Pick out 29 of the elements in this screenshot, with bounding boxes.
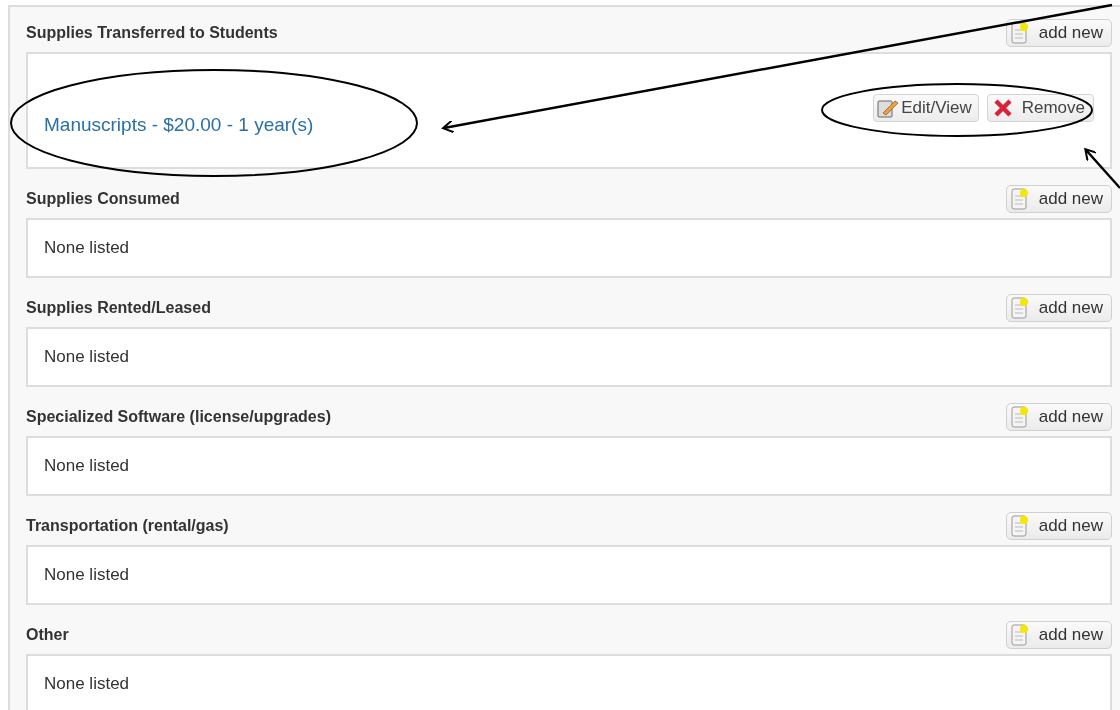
add-new-button[interactable]: add new [1005, 511, 1112, 540]
add-new-button[interactable]: add new [1005, 18, 1112, 47]
note-icon [1010, 187, 1029, 210]
empty-message: None listed [44, 456, 130, 476]
section-title: Specialized Software (license/upgrades) [26, 407, 331, 426]
empty-message: None listed [44, 238, 130, 258]
empty-message: None listed [44, 565, 130, 585]
edit-icon [877, 98, 900, 118]
section-title: Supplies Transferred to Students [26, 23, 278, 42]
add-new-button[interactable]: add new [1005, 293, 1112, 322]
entry-link[interactable]: Manuscripts - $20.00 - 1 year(s) [44, 114, 314, 136]
edit-view-button[interactable]: Edit/View [873, 94, 979, 122]
add-new-button[interactable]: add new [1005, 184, 1112, 213]
empty-message: None listed [44, 674, 130, 694]
pointer-arrow [1084, 148, 1120, 189]
add-new-button[interactable]: add new [1005, 620, 1112, 649]
note-icon [1010, 21, 1029, 44]
section-title: Transportation (rental/gas) [26, 516, 229, 535]
add-new-button[interactable]: add new [1005, 402, 1112, 431]
note-icon [1010, 296, 1029, 319]
note-icon [1010, 405, 1029, 428]
section-title: Other [26, 625, 69, 644]
note-icon [1010, 514, 1029, 537]
section-title: Supplies Rented/Leased [26, 298, 211, 317]
x-icon [993, 99, 1012, 117]
section-title: Supplies Consumed [26, 189, 180, 208]
empty-message: None listed [44, 347, 130, 367]
remove-button[interactable]: Remove [986, 94, 1094, 122]
note-icon [1010, 623, 1029, 646]
